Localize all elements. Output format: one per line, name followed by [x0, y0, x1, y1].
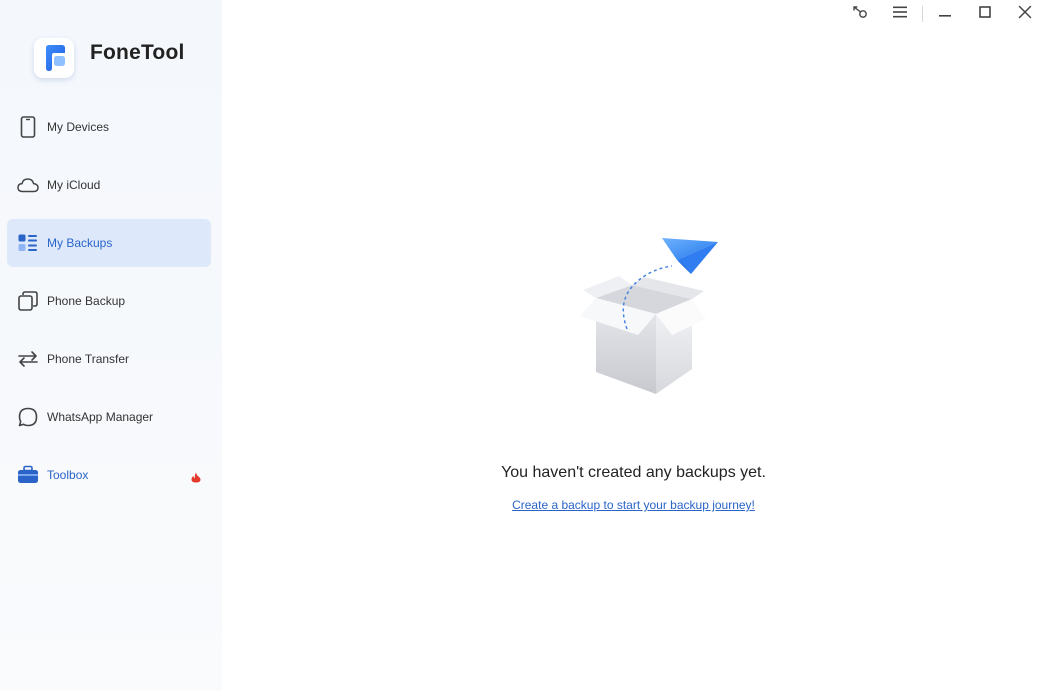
sidebar-item-my-backups[interactable]: My Backups	[7, 219, 211, 267]
toolbox-icon	[17, 464, 39, 486]
sidebar-nav: My Devices My iCloud My Backups Phone Ba…	[7, 103, 211, 509]
sidebar-item-label: Phone Backup	[47, 294, 126, 308]
sidebar-item-label: Phone Transfer	[47, 352, 130, 366]
empty-box-illustration	[556, 228, 726, 403]
sidebar-item-label: Toolbox	[47, 468, 89, 482]
app-logo-icon	[34, 38, 74, 78]
transfer-arrows-icon	[17, 348, 39, 370]
sidebar-item-label: My Backups	[47, 236, 113, 250]
create-backup-link[interactable]: Create a backup to start your backup jou…	[512, 498, 755, 512]
sidebar-item-label: WhatsApp Manager	[47, 410, 154, 424]
empty-state-title: You haven't created any backups yet.	[501, 464, 766, 481]
sidebar-item-label: My iCloud	[47, 178, 101, 192]
phone-icon	[17, 116, 39, 138]
app-logo-row: FoneTool	[34, 38, 185, 78]
sidebar-item-whatsapp-manager[interactable]: WhatsApp Manager	[7, 393, 211, 441]
sidebar-item-my-icloud[interactable]: My iCloud	[7, 161, 211, 209]
sidebar-item-toolbox[interactable]: Toolbox	[7, 451, 211, 499]
sidebar-item-phone-backup[interactable]: Phone Backup	[7, 277, 211, 325]
create-backup-link-wrap: Create a backup to start your backup jou…	[222, 498, 1045, 512]
sidebar-item-phone-transfer[interactable]: Phone Transfer	[7, 335, 211, 383]
sidebar: FoneTool My Devices My iCloud My Backups…	[0, 0, 222, 691]
whatsapp-chat-icon	[17, 406, 39, 428]
backups-empty-state: You haven't created any backups yet. Cre…	[222, 0, 1045, 691]
backups-list-icon	[17, 232, 39, 254]
phone-backup-icon	[17, 290, 39, 312]
hot-flame-icon	[191, 470, 201, 488]
app-name: FoneTool	[90, 41, 185, 64]
cloud-icon	[17, 174, 39, 196]
sidebar-item-my-devices[interactable]: My Devices	[7, 103, 211, 151]
sidebar-item-label: My Devices	[47, 120, 110, 134]
